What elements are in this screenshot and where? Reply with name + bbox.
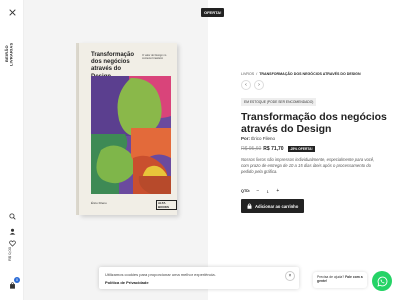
publisher-logo: ALTA BOOKS [156,200,177,210]
product-navigation: ‹ › [241,80,391,90]
author-name[interactable]: Érico Fileno [251,136,275,141]
add-to-cart-label: Adicionar ao carrinho [255,203,299,209]
old-price: R$ 95,60 [241,146,262,153]
author-label: Por: [241,136,250,142]
stock-status-badge: EM ESTOQUE (PODE SER ENCOMENDADO) [241,98,317,106]
product-title: Transformação dos negócios através do De… [241,111,387,136]
product-details: LIVROS / TRANSFORMAÇÃO DOS NEGÓCIOS ATRAVÉ… [241,72,391,214]
quantity-selector: QTD: − 1 + [241,188,391,194]
product-author: Por: Érico Fileno [241,136,391,141]
breadcrumb-current: TRANSFORMAÇÃO DOS NEGÓCIOS ATRAVÉS DO DE… [259,72,361,76]
sale-price: R$ 71,70 [263,146,284,153]
add-to-cart-button[interactable]: Adicionar ao carrinho [241,199,305,214]
product-description: Nossos livros são impressos individualme… [241,157,375,175]
quantity-input[interactable]: 1 [263,189,272,194]
whatsapp-icon [376,276,387,287]
cookie-close-button[interactable]: × [285,271,295,281]
left-sidebar: BEIRÃO LIVRARIAS R$ 0,00 0 [0,0,24,300]
product-image-area: OFERTA! Transformação dos negócios atrav… [24,0,225,300]
quantity-increase-button[interactable]: + [274,188,281,194]
heart-icon [8,240,16,247]
user-icon [9,228,15,235]
next-product-button[interactable]: › [254,80,264,90]
site-logo[interactable]: BEIRÃO LIVRARIAS [4,34,19,74]
book-cover[interactable]: Transformação dos negócios através do De… [79,43,177,215]
search-icon [8,212,16,220]
previous-product-button[interactable]: ‹ [241,80,251,90]
quantity-decrease-button[interactable]: − [254,188,261,194]
cart-total: R$ 0,00 [7,247,12,262]
price-row: R$ 95,60 R$ 71,70 -25% OFERTA! [241,146,391,153]
book-cover-subtitle: O valor do Design no contexto brasileiro [142,54,167,61]
cart-count-badge: 0 [14,277,20,283]
breadcrumb-separator: / [256,72,258,76]
help-prompt: Precisa de ajuda? [317,275,345,279]
breadcrumb: LIVROS / TRANSFORMAÇÃO DOS NEGÓCIOS ATRAVÉ… [241,72,391,76]
privacy-policy-link[interactable]: Política de Privacidade [105,280,149,285]
book-cover-author: Érico Fileno [91,201,107,205]
lock-icon [247,203,252,210]
cookie-text: Utilizamos cookies para proporcionar uma… [105,272,216,277]
help-chat-bubble[interactable]: Precisa de ajuda? Fale com a gente! [313,272,367,288]
cookie-notice: Utilizamos cookies para proporcionar uma… [99,267,299,289]
close-icon [8,8,16,16]
account-button[interactable] [6,225,18,237]
menu-close-button[interactable] [4,4,20,20]
whatsapp-button[interactable] [372,271,392,291]
book-cover-art [91,76,171,194]
quantity-label: QTD: [241,189,251,194]
breadcrumb-link-livros[interactable]: LIVROS [241,72,254,76]
search-button[interactable] [6,210,18,222]
discount-badge: -25% OFERTA! [287,146,315,153]
sale-badge: OFERTA! [201,8,225,17]
